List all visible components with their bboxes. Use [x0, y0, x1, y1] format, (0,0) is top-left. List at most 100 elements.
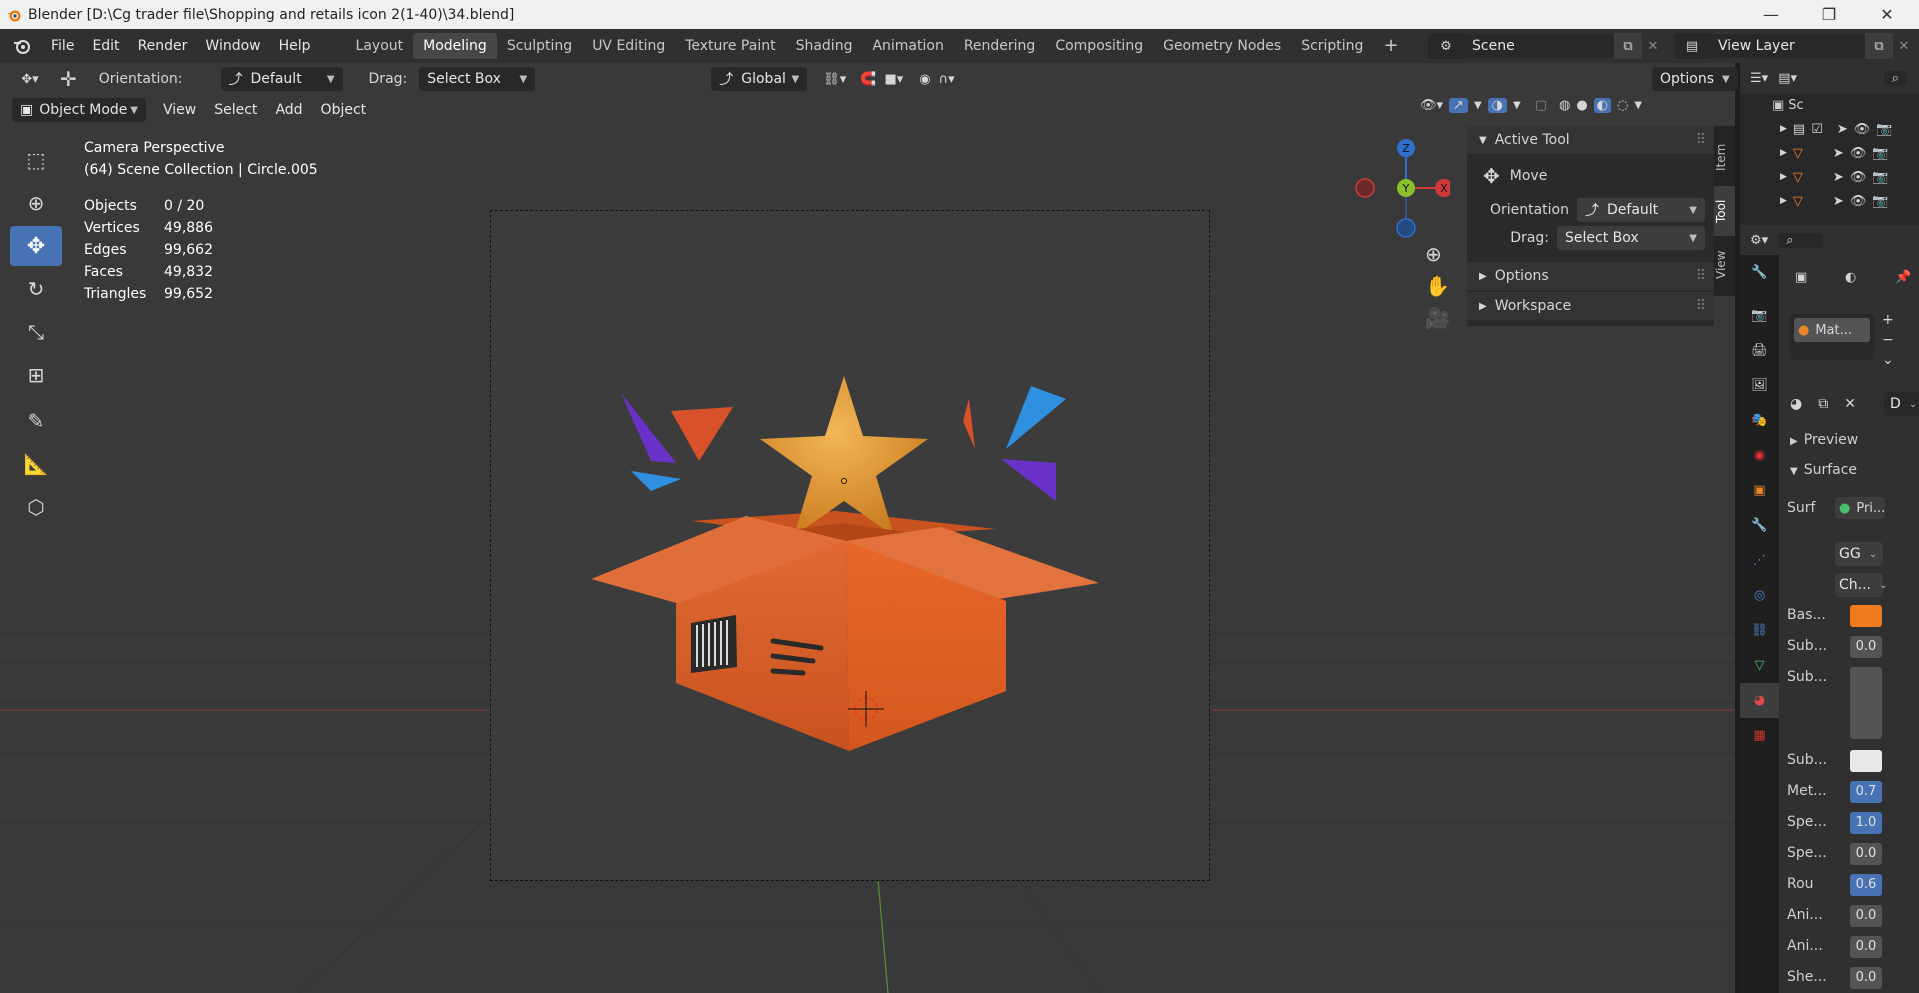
subsurface-radius-vector[interactable]: [1850, 667, 1882, 739]
preview-section[interactable]: ▶ Preview: [1790, 432, 1858, 448]
eye-icon[interactable]: 👁: [1850, 146, 1867, 161]
scene-name-field[interactable]: Scene: [1464, 34, 1614, 58]
rendered-shading-icon[interactable]: ◌: [1617, 98, 1628, 113]
menu-edit[interactable]: Edit: [83, 33, 128, 59]
subsurface-color-swatch[interactable]: [1850, 750, 1882, 772]
display-mode-icon[interactable]: ▤▾: [1778, 71, 1797, 86]
editor-type-icon[interactable]: ✥▾: [12, 67, 48, 91]
data-tab-icon[interactable]: ▽: [1740, 648, 1779, 683]
drag-handle-icon[interactable]: ⠿: [1696, 132, 1706, 148]
drag-handle-icon[interactable]: ⠿: [1696, 298, 1706, 314]
metallic-value[interactable]: 0.7: [1850, 781, 1882, 803]
viewport-menu-object[interactable]: Object: [312, 97, 376, 123]
annotate-tool[interactable]: ✎: [10, 401, 62, 441]
tool-tab-icon[interactable]: 🔧: [1740, 255, 1779, 290]
add-slot-button[interactable]: +: [1882, 312, 1894, 328]
specular-value[interactable]: 1.0: [1850, 812, 1882, 834]
remove-slot-button[interactable]: −: [1882, 332, 1894, 348]
render-camera-icon[interactable]: 📷: [1872, 194, 1888, 209]
transform-orientation-dropdown[interactable]: ⤴ Global ▼: [711, 67, 808, 91]
view-layer-tab-icon[interactable]: 🖼: [1740, 368, 1779, 403]
mode-dropdown[interactable]: ▣ Object Mode ▼: [12, 98, 146, 122]
material-tab-icon[interactable]: ◕: [1740, 683, 1779, 718]
output-tab-icon[interactable]: 🖨: [1740, 333, 1779, 368]
tab-layout[interactable]: Layout: [346, 33, 414, 59]
tab-geometry-nodes[interactable]: Geometry Nodes: [1153, 33, 1291, 59]
workspace-section[interactable]: ▶ Workspace ⠿: [1467, 292, 1714, 320]
blender-menu-icon[interactable]: [12, 36, 32, 56]
menu-file[interactable]: File: [42, 33, 83, 59]
subsurface-value[interactable]: 0.0: [1850, 636, 1882, 658]
rotate-tool[interactable]: ↻: [10, 269, 62, 309]
visibility-icon[interactable]: 👁▾: [1420, 98, 1443, 113]
material-user-icon[interactable]: ⧉: [1818, 396, 1828, 412]
material-output-dropdown[interactable]: D ⌄: [1883, 392, 1919, 416]
render-camera-icon[interactable]: 📷: [1872, 146, 1888, 161]
material-pin-icon[interactable]: 📌: [1895, 270, 1911, 285]
navigation-gizmo[interactable]: Z X Y: [1350, 135, 1450, 245]
menu-render[interactable]: Render: [129, 33, 197, 59]
view-layer-selector-icon[interactable]: ▤: [1674, 33, 1710, 59]
specular-tint-value[interactable]: 0.0: [1850, 843, 1882, 865]
delete-view-layer-icon[interactable]: ✕: [1893, 33, 1915, 59]
drag-dropdown[interactable]: Select Box ▼: [419, 67, 536, 91]
tab-view[interactable]: View: [1714, 240, 1735, 290]
surface-shader-field[interactable]: ● Pri...: [1835, 497, 1885, 519]
outliner-row[interactable]: ▣ Sc: [1740, 93, 1919, 117]
tab-scripting[interactable]: Scripting: [1291, 33, 1373, 59]
new-view-layer-icon[interactable]: ⧉: [1865, 33, 1893, 59]
orientation-dropdown[interactable]: ⤴ Default ▼: [220, 67, 343, 91]
select-box-tool[interactable]: ⬚: [10, 140, 62, 180]
tab-shading[interactable]: Shading: [786, 33, 863, 59]
shading-options-icon[interactable]: ▼: [1634, 100, 1642, 111]
base-color-swatch[interactable]: [1850, 605, 1882, 627]
eye-icon[interactable]: 👁: [1850, 170, 1867, 185]
transform-tool[interactable]: ⊞: [10, 355, 62, 395]
scene-selector-icon[interactable]: ⚙: [1428, 33, 1464, 59]
eye-icon[interactable]: 👁: [1854, 122, 1871, 137]
camera-view-icon[interactable]: 🎥: [1425, 306, 1450, 330]
menu-help[interactable]: Help: [270, 33, 320, 59]
tab-rendering[interactable]: Rendering: [954, 33, 1046, 59]
pivot-point-icon[interactable]: ⛓▾: [823, 72, 846, 87]
new-scene-icon[interactable]: ⧉: [1614, 33, 1642, 59]
delete-scene-icon[interactable]: ✕: [1642, 33, 1664, 59]
add-workspace-button[interactable]: +: [1373, 33, 1408, 59]
falloff-icon[interactable]: ∩▾: [939, 72, 955, 87]
subsurface-method-dropdown[interactable]: Ch... ⌄: [1835, 573, 1887, 597]
unlink-material-icon[interactable]: ✕: [1844, 396, 1856, 412]
modifier-tab-icon[interactable]: 🔧: [1740, 508, 1779, 543]
outliner-row[interactable]: ▶ ▽ ➤ 👁 📷: [1740, 189, 1919, 213]
tab-animation[interactable]: Animation: [862, 33, 953, 59]
minimize-button[interactable]: —: [1748, 0, 1794, 29]
particles-tab-icon[interactable]: ⋰: [1740, 543, 1779, 578]
proportional-edit-icon[interactable]: ◉: [919, 72, 930, 87]
viewport-menu-select[interactable]: Select: [205, 97, 266, 123]
move-tool[interactable]: ✥: [10, 226, 62, 266]
pan-hand-icon[interactable]: ✋: [1425, 274, 1450, 298]
cursor-tool[interactable]: ⊕: [10, 183, 62, 223]
overlay-toggle-icon[interactable]: ◑: [1487, 98, 1507, 113]
material-shading-icon[interactable]: ◐: [1593, 98, 1612, 113]
npanel-drag-dropdown[interactable]: Select Box ▼: [1557, 226, 1705, 250]
gizmo-toggle-icon[interactable]: ↗: [1449, 98, 1468, 113]
eye-icon[interactable]: 👁: [1850, 194, 1867, 209]
search-icon[interactable]: ⌕: [1778, 232, 1824, 248]
scale-tool[interactable]: ⤡: [10, 312, 62, 352]
world-tab-icon[interactable]: ◉: [1740, 438, 1779, 473]
snap-target-icon[interactable]: ■▾: [884, 72, 903, 87]
sheen-value[interactable]: 0.0: [1850, 967, 1882, 989]
anisotropic-rotation-value[interactable]: 0.0: [1850, 936, 1882, 958]
maximize-button[interactable]: ❐: [1806, 0, 1852, 29]
physics-tab-icon[interactable]: ◎: [1740, 578, 1779, 613]
roughness-value[interactable]: 0.6: [1850, 874, 1882, 896]
drag-handle-icon[interactable]: ⠿: [1696, 268, 1706, 284]
distribution-dropdown[interactable]: GG ⌄: [1835, 542, 1883, 566]
npanel-orientation-dropdown[interactable]: ⤴ Default ▼: [1577, 198, 1705, 222]
search-icon[interactable]: ⌕: [1883, 70, 1907, 86]
properties-type-icon[interactable]: ⚙▾: [1750, 233, 1768, 248]
xray-icon[interactable]: ▢: [1535, 98, 1547, 113]
outliner-row[interactable]: ▶ ▽ ➤ 👁 📷: [1740, 141, 1919, 165]
object-tab-icon[interactable]: ▣: [1740, 473, 1779, 508]
viewport-menu-view[interactable]: View: [154, 97, 205, 123]
